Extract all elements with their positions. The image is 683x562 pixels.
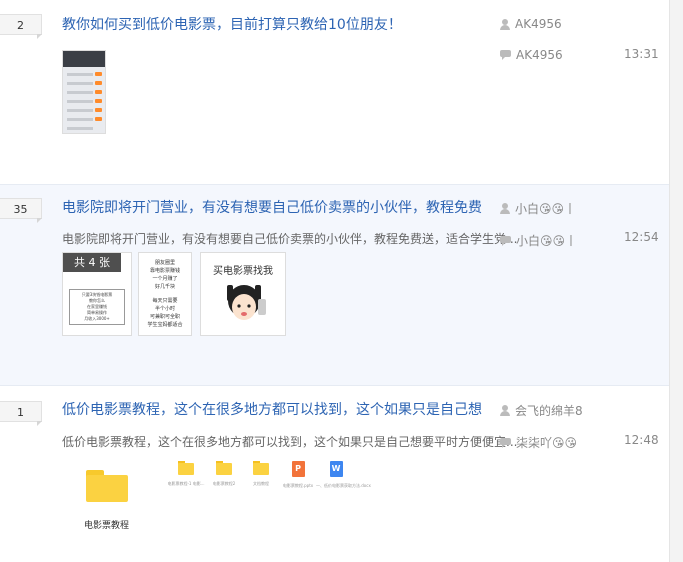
thread-author[interactable]: AK4956: [500, 17, 562, 31]
image-text-box: 只要3块钱电影票 教你怎么 在家里赚钱 简单易操作 月收入3000+: [69, 289, 125, 325]
author-name[interactable]: 小白😘😘丨: [515, 200, 576, 217]
last-reply[interactable]: AK4956: [500, 48, 563, 62]
thread-abstract: 低价电影票教程，这个在很多地方都可以找到，这个如果只是自己想要平时方便便宜...: [62, 435, 518, 449]
thread-thumbnail[interactable]: [62, 50, 106, 134]
last-reply[interactable]: 小白😘😘丨: [500, 232, 577, 249]
author-icon: [500, 203, 510, 214]
thread-image-1[interactable]: 共 4 张 只要3块钱电影票 教你怎么 在家里赚钱 简单易操作 月收入3000+: [62, 252, 132, 336]
thread-abstract: 电影院即将开门营业，有没有想要自己低价卖票的小伙伴，教程免费送，适合学生党...: [62, 232, 518, 246]
reply-count: 2: [0, 14, 42, 39]
scrollbar[interactable]: [669, 0, 683, 562]
thread-author[interactable]: 小白😘😘丨: [500, 200, 576, 217]
folder-icon: [216, 461, 232, 475]
thread-title-link[interactable]: 低价电影票教程，这个在很多地方都可以找到，这个如果只是自己想: [62, 399, 482, 419]
last-reply-user[interactable]: AK4956: [516, 48, 563, 62]
last-reply[interactable]: 柒柒吖😘😘: [500, 434, 577, 451]
thread-title-link[interactable]: 电影院即将开门营业，有没有想要自己低价卖票的小伙伴，教程免费: [62, 197, 482, 217]
file-item[interactable]: 电影票教程2: [204, 461, 244, 487]
thread-author[interactable]: 会飞的绵羊8: [500, 402, 583, 419]
image-text: 朋友圈里 靠电影票赚钱 一个月赚了 好几千块 每天只需要 半个小时 可兼职可全职…: [147, 260, 183, 328]
thread-title-link[interactable]: 教你如何买到低价电影票，目前打算只教给10位朋友！: [62, 14, 402, 34]
file-item[interactable]: P 电影票教程.pptx: [278, 461, 318, 489]
author-name[interactable]: 会飞的绵羊8: [515, 402, 583, 419]
reply-icon: [500, 235, 511, 246]
folder-icon: [253, 461, 269, 475]
ppt-file-icon: P: [291, 461, 305, 477]
last-reply-time: 13:31: [624, 47, 659, 61]
last-reply-user[interactable]: 小白😘😘丨: [516, 232, 577, 249]
reply-icon: [500, 437, 511, 448]
folder-icon[interactable]: [86, 470, 128, 502]
thread-image-2[interactable]: 朋友圈里 靠电影票赚钱 一个月赚了 好几千块 每天只需要 半个小时 可兼职可全职…: [138, 252, 192, 336]
file-item[interactable]: W 一、低价电影票获取方法.docx: [316, 461, 371, 489]
last-reply-user[interactable]: 柒柒吖😘😘: [516, 434, 577, 451]
thread-image-3[interactable]: 买电影票找我: [200, 252, 286, 336]
file-item[interactable]: 文档教程: [241, 461, 281, 487]
reply-count: 35: [0, 198, 42, 223]
author-name[interactable]: AK4956: [515, 17, 562, 31]
image-count-badge: 共 4 张: [63, 253, 121, 272]
folder-caption: 电影票教程: [84, 521, 130, 531]
image-caption: 买电影票找我: [213, 266, 273, 277]
reply-count: 1: [0, 401, 42, 426]
cartoon-face-icon: [227, 285, 266, 320]
file-item[interactable]: 电影票教程-1 电影...: [166, 461, 206, 487]
last-reply-time: 12:54: [624, 230, 659, 244]
last-reply-time: 12:48: [624, 433, 659, 447]
author-icon: [500, 405, 510, 416]
folder-icon: [178, 461, 194, 475]
reply-icon: [500, 50, 511, 60]
author-icon: [500, 18, 510, 30]
word-file-icon: W: [329, 461, 343, 477]
